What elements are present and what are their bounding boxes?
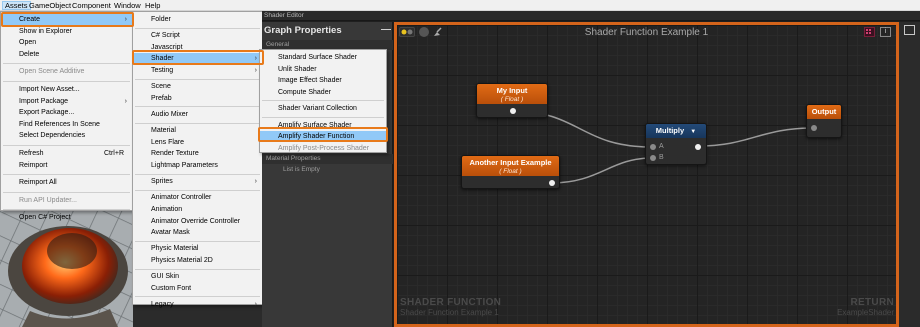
node-output[interactable]: Output	[806, 104, 842, 138]
node-another-input[interactable]: Another Input Example ( Float )	[461, 155, 560, 189]
shader-item-compute-shader[interactable]: Compute Shader	[260, 87, 386, 98]
output-port[interactable]	[549, 180, 555, 186]
return-watermark: RETURN ExampleShader	[837, 297, 894, 317]
menu-separator	[262, 116, 384, 118]
node-another-input-title: Another Input Example	[469, 158, 552, 167]
shader-item-shader-variant-collection[interactable]: Shader Variant Collection	[260, 103, 386, 114]
node-output-title: Output	[811, 107, 837, 116]
shader-item-unlit-shader[interactable]: Unlit Shader	[260, 64, 386, 75]
output-port[interactable]	[695, 144, 701, 150]
wire-another-to-b	[550, 157, 653, 184]
watermark-return: RETURN	[850, 297, 894, 308]
shader-item-amplify-post-process-shader: Amplify Post-Process Shader	[260, 143, 386, 154]
shader-item-image-effect-shader[interactable]: Image Effect Shader	[260, 75, 386, 86]
output-port[interactable]	[510, 108, 516, 114]
menu-item-label: Amplify Surface Shader	[278, 121, 352, 129]
input-port[interactable]	[811, 125, 817, 131]
menu-item-label: Standard Surface Shader	[278, 54, 357, 61]
wire-multiply-to-output	[697, 127, 814, 147]
menu-item-label: Unlit Shader	[278, 65, 317, 73]
shader-submenu: Standard Surface Shader Unlit Shader Image…	[259, 49, 387, 153]
node-another-input-header: Another Input Example ( Float )	[462, 156, 559, 176]
node-my-input-header: My Input ( Float )	[477, 84, 547, 104]
menu-item-label: Amplify Shader Function	[278, 133, 355, 141]
node-multiply-header: Multiply ▼	[646, 124, 706, 138]
node-my-input[interactable]: My Input ( Float )	[476, 83, 548, 118]
input-port-b[interactable]	[650, 155, 656, 161]
node-output-header: Output	[807, 105, 841, 119]
node-dropdown-icon[interactable]: ▼	[690, 129, 696, 135]
menu-item-label: Compute Shader	[278, 88, 331, 96]
node-my-input-title: My Input	[496, 86, 528, 95]
shader-function-watermark: SHADER FUNCTION Shader Function Example …	[400, 297, 501, 317]
input-port-b-label: B	[659, 154, 664, 161]
shader-item-standard-surface-shader[interactable]: Standard Surface Shader	[260, 52, 386, 63]
menu-item-label: Amplify Post-Process Shader	[278, 144, 370, 152]
node-multiply-title: Multiply	[655, 126, 685, 135]
shader-item-amplify-surface-shader[interactable]: Amplify Surface Shader	[260, 120, 386, 131]
menu-separator	[262, 100, 384, 102]
watermark-type: SHADER FUNCTION	[400, 297, 502, 308]
node-another-input-type: ( Float )	[499, 168, 522, 175]
menu-item-label: Image Effect Shader	[278, 77, 342, 85]
connection-wires	[511, 110, 814, 184]
input-port-a[interactable]	[650, 144, 656, 150]
watermark-name: Shader Function Example 1	[400, 308, 499, 317]
menu-item-label: Shader Variant Collection	[278, 105, 357, 113]
shader-item-amplify-shader-function[interactable]: Amplify Shader Function	[260, 131, 386, 143]
node-my-input-type: ( Float )	[500, 96, 524, 103]
watermark-shader-name: ExampleShader	[837, 308, 894, 317]
input-port-a-label: A	[659, 143, 664, 150]
node-multiply[interactable]: Multiply ▼ A B	[645, 123, 707, 165]
